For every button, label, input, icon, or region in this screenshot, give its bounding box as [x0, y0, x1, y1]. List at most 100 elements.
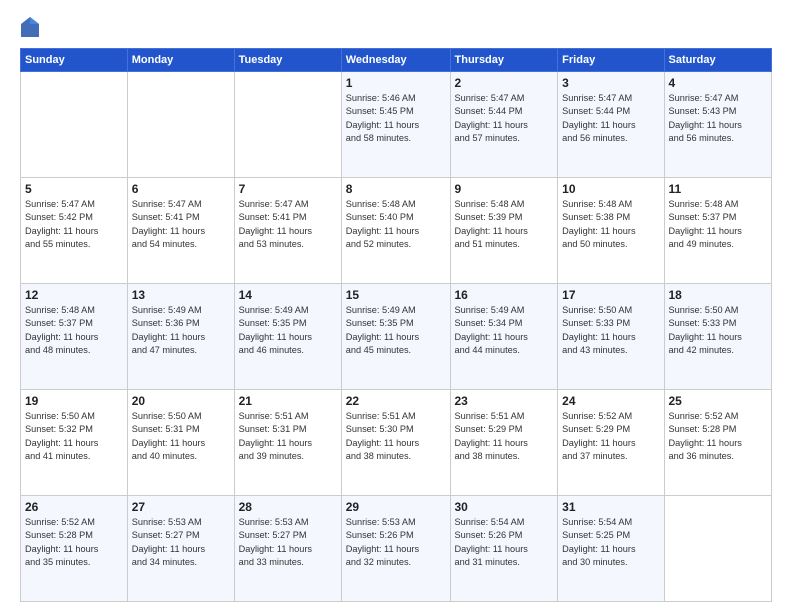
calendar-cell [21, 72, 128, 178]
day-number: 28 [239, 500, 337, 514]
day-info: Sunrise: 5:48 AM Sunset: 5:40 PM Dayligh… [346, 198, 446, 251]
calendar-cell: 4 Sunrise: 5:47 AM Sunset: 5:43 PM Daylig… [664, 72, 772, 178]
calendar-week-4: 19 Sunrise: 5:50 AM Sunset: 5:32 PM Dayli… [21, 390, 772, 496]
calendar-cell: 26 Sunrise: 5:52 AM Sunset: 5:28 PM Dayli… [21, 496, 128, 602]
day-number: 25 [669, 394, 768, 408]
calendar-cell: 18 Sunrise: 5:50 AM Sunset: 5:33 PM Dayli… [664, 284, 772, 390]
day-number: 5 [25, 182, 123, 196]
calendar-cell: 7 Sunrise: 5:47 AM Sunset: 5:41 PM Daylig… [234, 178, 341, 284]
day-info: Sunrise: 5:51 AM Sunset: 5:31 PM Dayligh… [239, 410, 337, 463]
calendar-cell: 13 Sunrise: 5:49 AM Sunset: 5:36 PM Dayli… [127, 284, 234, 390]
day-number: 22 [346, 394, 446, 408]
day-number: 18 [669, 288, 768, 302]
day-number: 9 [455, 182, 554, 196]
day-info: Sunrise: 5:50 AM Sunset: 5:32 PM Dayligh… [25, 410, 123, 463]
day-number: 10 [562, 182, 659, 196]
day-number: 8 [346, 182, 446, 196]
calendar-cell: 22Sunrise: 5:51 AM Sunset: 5:30 PM Dayli… [341, 390, 450, 496]
day-info: Sunrise: 5:47 AM Sunset: 5:41 PM Dayligh… [132, 198, 230, 251]
day-number: 7 [239, 182, 337, 196]
calendar-cell: 30Sunrise: 5:54 AM Sunset: 5:26 PM Dayli… [450, 496, 558, 602]
day-number: 14 [239, 288, 337, 302]
day-info: Sunrise: 5:53 AM Sunset: 5:27 PM Dayligh… [239, 516, 337, 569]
calendar-week-3: 12 Sunrise: 5:48 AM Sunset: 5:37 PM Dayli… [21, 284, 772, 390]
day-info: Sunrise: 5:48 AM Sunset: 5:38 PM Dayligh… [562, 198, 659, 251]
day-info: Sunrise: 5:47 AM Sunset: 5:41 PM Dayligh… [239, 198, 337, 251]
day-number: 24 [562, 394, 659, 408]
day-info: Sunrise: 5:53 AM Sunset: 5:27 PM Dayligh… [132, 516, 230, 569]
day-info: Sunrise: 5:47 AM Sunset: 5:43 PM Dayligh… [669, 92, 768, 145]
calendar-cell [664, 496, 772, 602]
calendar-cell: 15Sunrise: 5:49 AM Sunset: 5:35 PM Dayli… [341, 284, 450, 390]
calendar-cell: 17Sunrise: 5:50 AM Sunset: 5:33 PM Dayli… [558, 284, 664, 390]
calendar-week-1: 1 Sunrise: 5:46 AM Sunset: 5:45 PM Daylig… [21, 72, 772, 178]
day-info: Sunrise: 5:49 AM Sunset: 5:34 PM Dayligh… [455, 304, 554, 357]
calendar-cell: 6 Sunrise: 5:47 AM Sunset: 5:41 PM Daylig… [127, 178, 234, 284]
day-number: 26 [25, 500, 123, 514]
day-number: 17 [562, 288, 659, 302]
calendar-cell: 16 Sunrise: 5:49 AM Sunset: 5:34 PM Dayli… [450, 284, 558, 390]
calendar-cell: 20 Sunrise: 5:50 AM Sunset: 5:31 PM Dayli… [127, 390, 234, 496]
day-info: Sunrise: 5:47 AM Sunset: 5:42 PM Dayligh… [25, 198, 123, 251]
day-number: 16 [455, 288, 554, 302]
day-info: Sunrise: 5:52 AM Sunset: 5:29 PM Dayligh… [562, 410, 659, 463]
weekday-row: SundayMondayTuesdayWednesdayThursdayFrid… [21, 49, 772, 72]
calendar-cell: 2Sunrise: 5:47 AM Sunset: 5:44 PM Daylig… [450, 72, 558, 178]
day-number: 6 [132, 182, 230, 196]
day-number: 3 [562, 76, 659, 90]
day-info: Sunrise: 5:51 AM Sunset: 5:29 PM Dayligh… [455, 410, 554, 463]
day-number: 27 [132, 500, 230, 514]
calendar-cell: 14Sunrise: 5:49 AM Sunset: 5:35 PM Dayli… [234, 284, 341, 390]
weekday-header-thursday: Thursday [450, 49, 558, 72]
weekday-header-tuesday: Tuesday [234, 49, 341, 72]
day-info: Sunrise: 5:47 AM Sunset: 5:44 PM Dayligh… [455, 92, 554, 145]
calendar-header: SundayMondayTuesdayWednesdayThursdayFrid… [21, 49, 772, 72]
calendar-body: 1 Sunrise: 5:46 AM Sunset: 5:45 PM Daylig… [21, 72, 772, 602]
day-info: Sunrise: 5:48 AM Sunset: 5:37 PM Dayligh… [25, 304, 123, 357]
weekday-header-monday: Monday [127, 49, 234, 72]
calendar-cell: 21Sunrise: 5:51 AM Sunset: 5:31 PM Dayli… [234, 390, 341, 496]
weekday-header-wednesday: Wednesday [341, 49, 450, 72]
day-info: Sunrise: 5:52 AM Sunset: 5:28 PM Dayligh… [25, 516, 123, 569]
day-number: 19 [25, 394, 123, 408]
day-number: 4 [669, 76, 768, 90]
day-info: Sunrise: 5:50 AM Sunset: 5:31 PM Dayligh… [132, 410, 230, 463]
day-info: Sunrise: 5:48 AM Sunset: 5:39 PM Dayligh… [455, 198, 554, 251]
calendar-cell [234, 72, 341, 178]
weekday-header-saturday: Saturday [664, 49, 772, 72]
calendar-cell: 28 Sunrise: 5:53 AM Sunset: 5:27 PM Dayli… [234, 496, 341, 602]
calendar-cell: 10 Sunrise: 5:48 AM Sunset: 5:38 PM Dayli… [558, 178, 664, 284]
calendar-cell: 23 Sunrise: 5:51 AM Sunset: 5:29 PM Dayli… [450, 390, 558, 496]
day-number: 23 [455, 394, 554, 408]
day-info: Sunrise: 5:49 AM Sunset: 5:36 PM Dayligh… [132, 304, 230, 357]
day-number: 13 [132, 288, 230, 302]
calendar-cell: 3Sunrise: 5:47 AM Sunset: 5:44 PM Daylig… [558, 72, 664, 178]
calendar-cell: 11 Sunrise: 5:48 AM Sunset: 5:37 PM Dayli… [664, 178, 772, 284]
day-info: Sunrise: 5:50 AM Sunset: 5:33 PM Dayligh… [669, 304, 768, 357]
logo-icon [20, 16, 40, 38]
day-number: 20 [132, 394, 230, 408]
calendar-week-5: 26 Sunrise: 5:52 AM Sunset: 5:28 PM Dayli… [21, 496, 772, 602]
calendar-cell: 24 Sunrise: 5:52 AM Sunset: 5:29 PM Dayli… [558, 390, 664, 496]
page-header [20, 16, 772, 38]
day-info: Sunrise: 5:54 AM Sunset: 5:25 PM Dayligh… [562, 516, 659, 569]
day-number: 12 [25, 288, 123, 302]
day-number: 29 [346, 500, 446, 514]
day-info: Sunrise: 5:46 AM Sunset: 5:45 PM Dayligh… [346, 92, 446, 145]
day-info: Sunrise: 5:48 AM Sunset: 5:37 PM Dayligh… [669, 198, 768, 251]
calendar-cell: 8 Sunrise: 5:48 AM Sunset: 5:40 PM Daylig… [341, 178, 450, 284]
day-number: 11 [669, 182, 768, 196]
calendar-cell [127, 72, 234, 178]
day-number: 31 [562, 500, 659, 514]
calendar-cell: 9 Sunrise: 5:48 AM Sunset: 5:39 PM Daylig… [450, 178, 558, 284]
day-info: Sunrise: 5:52 AM Sunset: 5:28 PM Dayligh… [669, 410, 768, 463]
calendar-cell: 25 Sunrise: 5:52 AM Sunset: 5:28 PM Dayli… [664, 390, 772, 496]
calendar-cell: 29Sunrise: 5:53 AM Sunset: 5:26 PM Dayli… [341, 496, 450, 602]
day-number: 30 [455, 500, 554, 514]
calendar-cell: 12 Sunrise: 5:48 AM Sunset: 5:37 PM Dayli… [21, 284, 128, 390]
calendar-cell: 31 Sunrise: 5:54 AM Sunset: 5:25 PM Dayli… [558, 496, 664, 602]
calendar-cell: 19 Sunrise: 5:50 AM Sunset: 5:32 PM Dayli… [21, 390, 128, 496]
calendar-cell: 1 Sunrise: 5:46 AM Sunset: 5:45 PM Daylig… [341, 72, 450, 178]
day-number: 1 [346, 76, 446, 90]
calendar-week-2: 5 Sunrise: 5:47 AM Sunset: 5:42 PM Daylig… [21, 178, 772, 284]
